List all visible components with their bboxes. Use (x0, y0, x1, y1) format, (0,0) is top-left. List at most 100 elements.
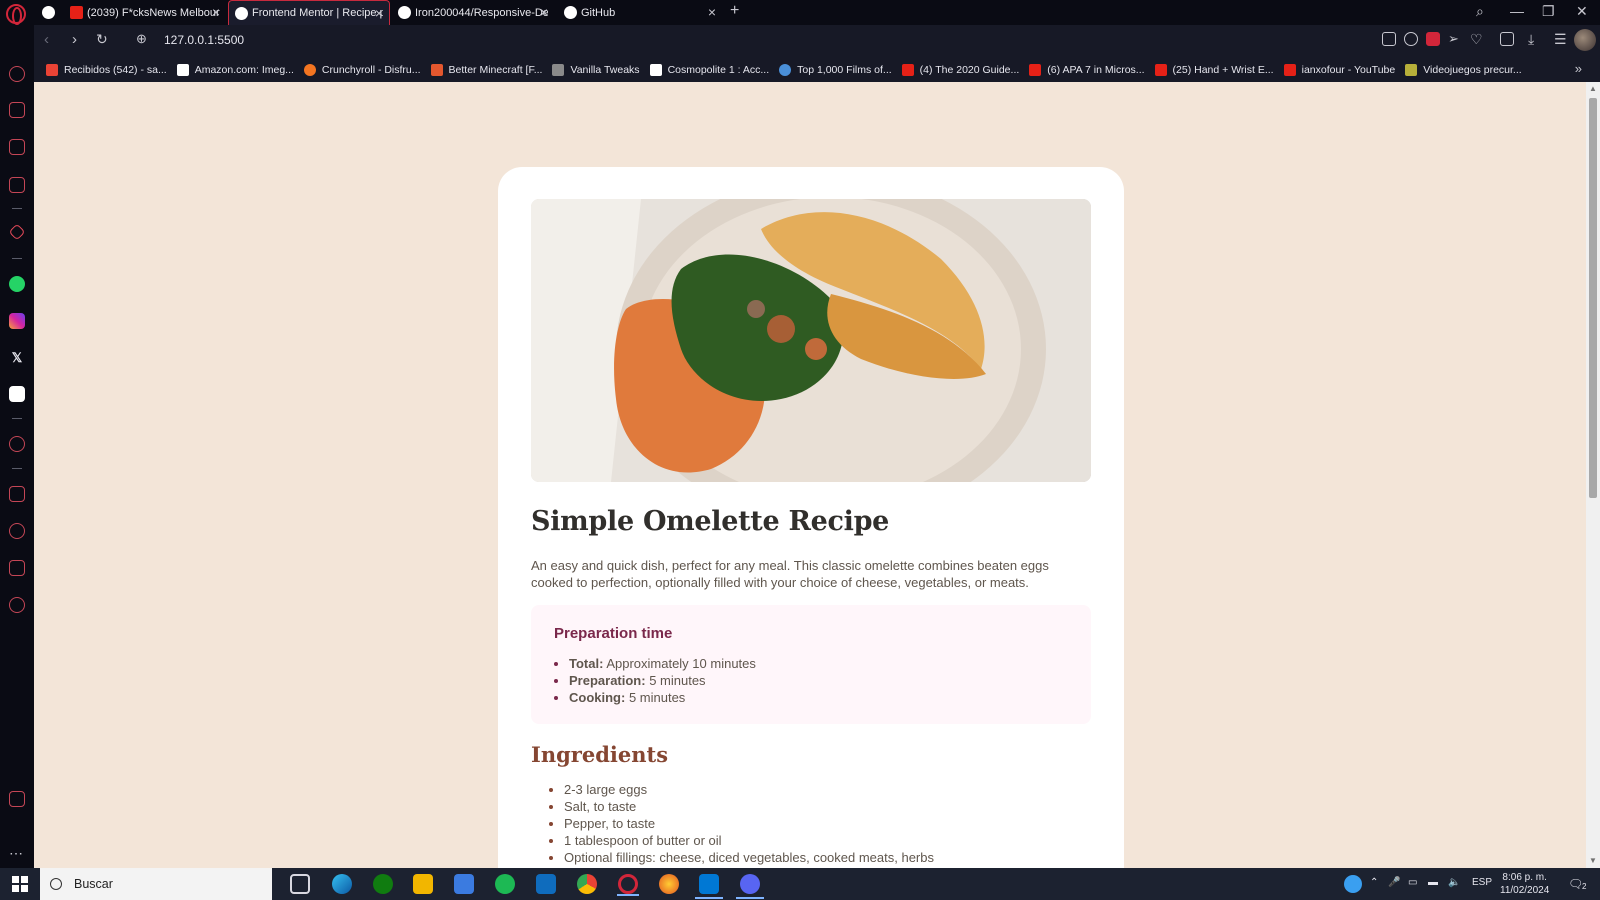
clock-date: 11/02/2024 (1500, 885, 1550, 896)
close-tab-icon[interactable]: × (708, 4, 716, 20)
arc-icon[interactable] (8, 223, 26, 241)
twitch-icon[interactable] (9, 139, 25, 155)
discord-icon[interactable] (9, 386, 25, 402)
profile-avatar[interactable] (1574, 29, 1596, 51)
task-view-icon[interactable] (290, 874, 310, 894)
extensions-icon[interactable] (9, 560, 25, 576)
close-tab-icon[interactable]: × (540, 4, 548, 20)
bookmark-label: Recibidos (542) - sa... (64, 63, 167, 76)
page-scrollbar[interactable]: ▲ ▼ (1586, 82, 1600, 868)
bookmark-item[interactable]: (25) Hand + Wrist E... (1154, 63, 1274, 76)
pinboards-icon[interactable] (9, 486, 25, 502)
bookmark-item[interactable]: Vanilla Tweaks (552, 63, 640, 76)
network-icon[interactable]: ▭ (1408, 877, 1417, 888)
vscode-icon[interactable] (695, 874, 723, 899)
list-item: 2-3 large eggs (564, 781, 1091, 798)
bookmark-item[interactable]: Amazon.com: Imeg... (176, 63, 294, 76)
minimize-button[interactable]: — (1510, 3, 1524, 19)
clock-time: 8:06 p. m. (1502, 872, 1547, 883)
snapshot-icon[interactable] (1404, 32, 1418, 46)
address-bar: ‹ › ↻ ⊕ 127.0.0.1:5500 ➢ ♡ ⤓ ☰ (34, 25, 1600, 57)
windows-start-icon[interactable] (12, 876, 28, 892)
close-tab-icon[interactable]: × (212, 4, 220, 20)
recipe-card: Simple Omelette Recipe An easy and quick… (498, 167, 1124, 868)
bookmark-item[interactable]: Crunchyroll - Disfru... (303, 63, 421, 76)
instagram-icon[interactable] (9, 313, 25, 329)
url-field[interactable]: 127.0.0.1:5500 (164, 33, 244, 47)
taskbar-clock[interactable]: 8:06 p. m. 11/02/2024 (1500, 871, 1549, 897)
easy-setup-icon[interactable]: ☰ (1554, 32, 1568, 46)
forward-icon[interactable]: › (72, 31, 77, 48)
page-icon (649, 63, 662, 76)
scroll-down-icon[interactable]: ▼ (1589, 856, 1597, 865)
edge-icon[interactable] (332, 874, 352, 894)
restore-button[interactable]: ❐ (1542, 3, 1555, 20)
bookmark-item[interactable]: Videojuegos precur... (1405, 63, 1522, 76)
search-tabs-icon[interactable]: ⌕ (1476, 3, 1484, 20)
tab-frontend-mentor[interactable]: Frontend Mentor | Recipe page × (228, 0, 390, 25)
history-icon[interactable] (9, 523, 25, 539)
share-icon[interactable] (1382, 32, 1396, 46)
file-explorer-icon[interactable] (413, 874, 433, 894)
bookmark-item[interactable]: Cosmopolite 1 : Acc... (649, 63, 769, 76)
scroll-up-icon[interactable]: ▲ (1589, 84, 1597, 93)
heart-icon[interactable]: ♡ (1470, 32, 1484, 46)
download-icon[interactable]: ⤓ (1528, 32, 1542, 46)
adblock-icon[interactable] (1426, 32, 1440, 46)
more-bookmarks-icon[interactable]: » (1575, 61, 1582, 76)
settings-icon[interactable] (9, 597, 25, 613)
volume-icon[interactable]: 🔈 (1448, 877, 1460, 888)
outlook-icon[interactable] (536, 874, 556, 894)
spotify-icon[interactable] (495, 874, 515, 894)
tab-youtube[interactable]: (2039) F*cksNews Melbourne × (64, 0, 226, 25)
shopping-bag-icon[interactable] (9, 102, 25, 118)
new-tab-button[interactable]: + (730, 2, 739, 20)
bookmark-item[interactable]: ianxofour - YouTube (1283, 63, 1395, 76)
opera-icon[interactable] (617, 874, 639, 896)
xbox-icon[interactable] (373, 874, 393, 894)
taskbar-search[interactable]: Buscar (40, 868, 272, 900)
microsoft-store-icon[interactable] (454, 874, 474, 894)
player-icon[interactable] (9, 436, 25, 452)
close-window-button[interactable]: ✕ (1576, 3, 1588, 20)
bookmark-label: Top 1,000 Films of... (797, 63, 892, 76)
reload-icon[interactable]: ↻ (96, 31, 108, 48)
close-tab-icon[interactable]: × (375, 5, 383, 21)
bookmark-item[interactable]: Recibidos (542) - sa... (46, 63, 167, 76)
minecraft-mod-icon (430, 63, 443, 76)
x-twitter-icon[interactable]: 𝕏 (9, 350, 25, 366)
bookmark-item[interactable]: (6) APA 7 in Micros... (1029, 63, 1145, 76)
tab-github[interactable]: GitHub × (558, 0, 722, 25)
battery-icon[interactable]: ▬ (1428, 877, 1438, 888)
more-options-icon[interactable]: ⋯ (9, 845, 23, 862)
send-icon[interactable]: ➢ (1448, 32, 1462, 46)
speed-dial-icon[interactable] (9, 66, 25, 82)
chrome-icon[interactable] (577, 874, 597, 894)
browser-icon[interactable] (659, 874, 679, 894)
aria-icon[interactable] (9, 177, 25, 193)
tab-title: GitHub (581, 6, 616, 19)
bookmark-item[interactable]: Better Minecraft [F... (430, 63, 542, 76)
prep-label: Preparation: (569, 673, 646, 688)
notifications-icon[interactable]: 🗨 (1568, 877, 1583, 891)
tab-menu-icon[interactable] (42, 6, 55, 19)
microphone-icon[interactable]: 🎤 (1388, 877, 1400, 888)
whatsapp-icon[interactable] (9, 276, 25, 292)
globe-icon (779, 63, 792, 76)
back-icon[interactable]: ‹ (44, 31, 49, 48)
language-indicator[interactable]: ESP (1472, 877, 1492, 888)
windows-taskbar: Buscar ⌃ 🎤 ▭ ▬ 🔈 ESP 8:06 p. m. 11/02/20… (0, 868, 1600, 900)
chevron-up-icon[interactable]: ⌃ (1370, 877, 1378, 888)
extensions-icon[interactable] (1500, 32, 1514, 46)
discord-icon[interactable] (736, 874, 764, 899)
bookmark-item[interactable]: Top 1,000 Films of... (779, 63, 892, 76)
tab-github-repo[interactable]: Iron200044/Responsive-De × (392, 0, 554, 25)
wallpaper-icon[interactable] (9, 791, 25, 807)
frontend-mentor-icon (235, 6, 248, 20)
opera-logo-icon[interactable] (6, 4, 26, 25)
scrollbar-thumb[interactable] (1589, 98, 1597, 498)
bookmark-item[interactable]: (4) The 2020 Guide... (901, 63, 1019, 76)
gmail-icon (46, 63, 58, 76)
help-icon[interactable] (1344, 875, 1362, 893)
site-info-icon[interactable]: ⊕ (136, 31, 147, 47)
